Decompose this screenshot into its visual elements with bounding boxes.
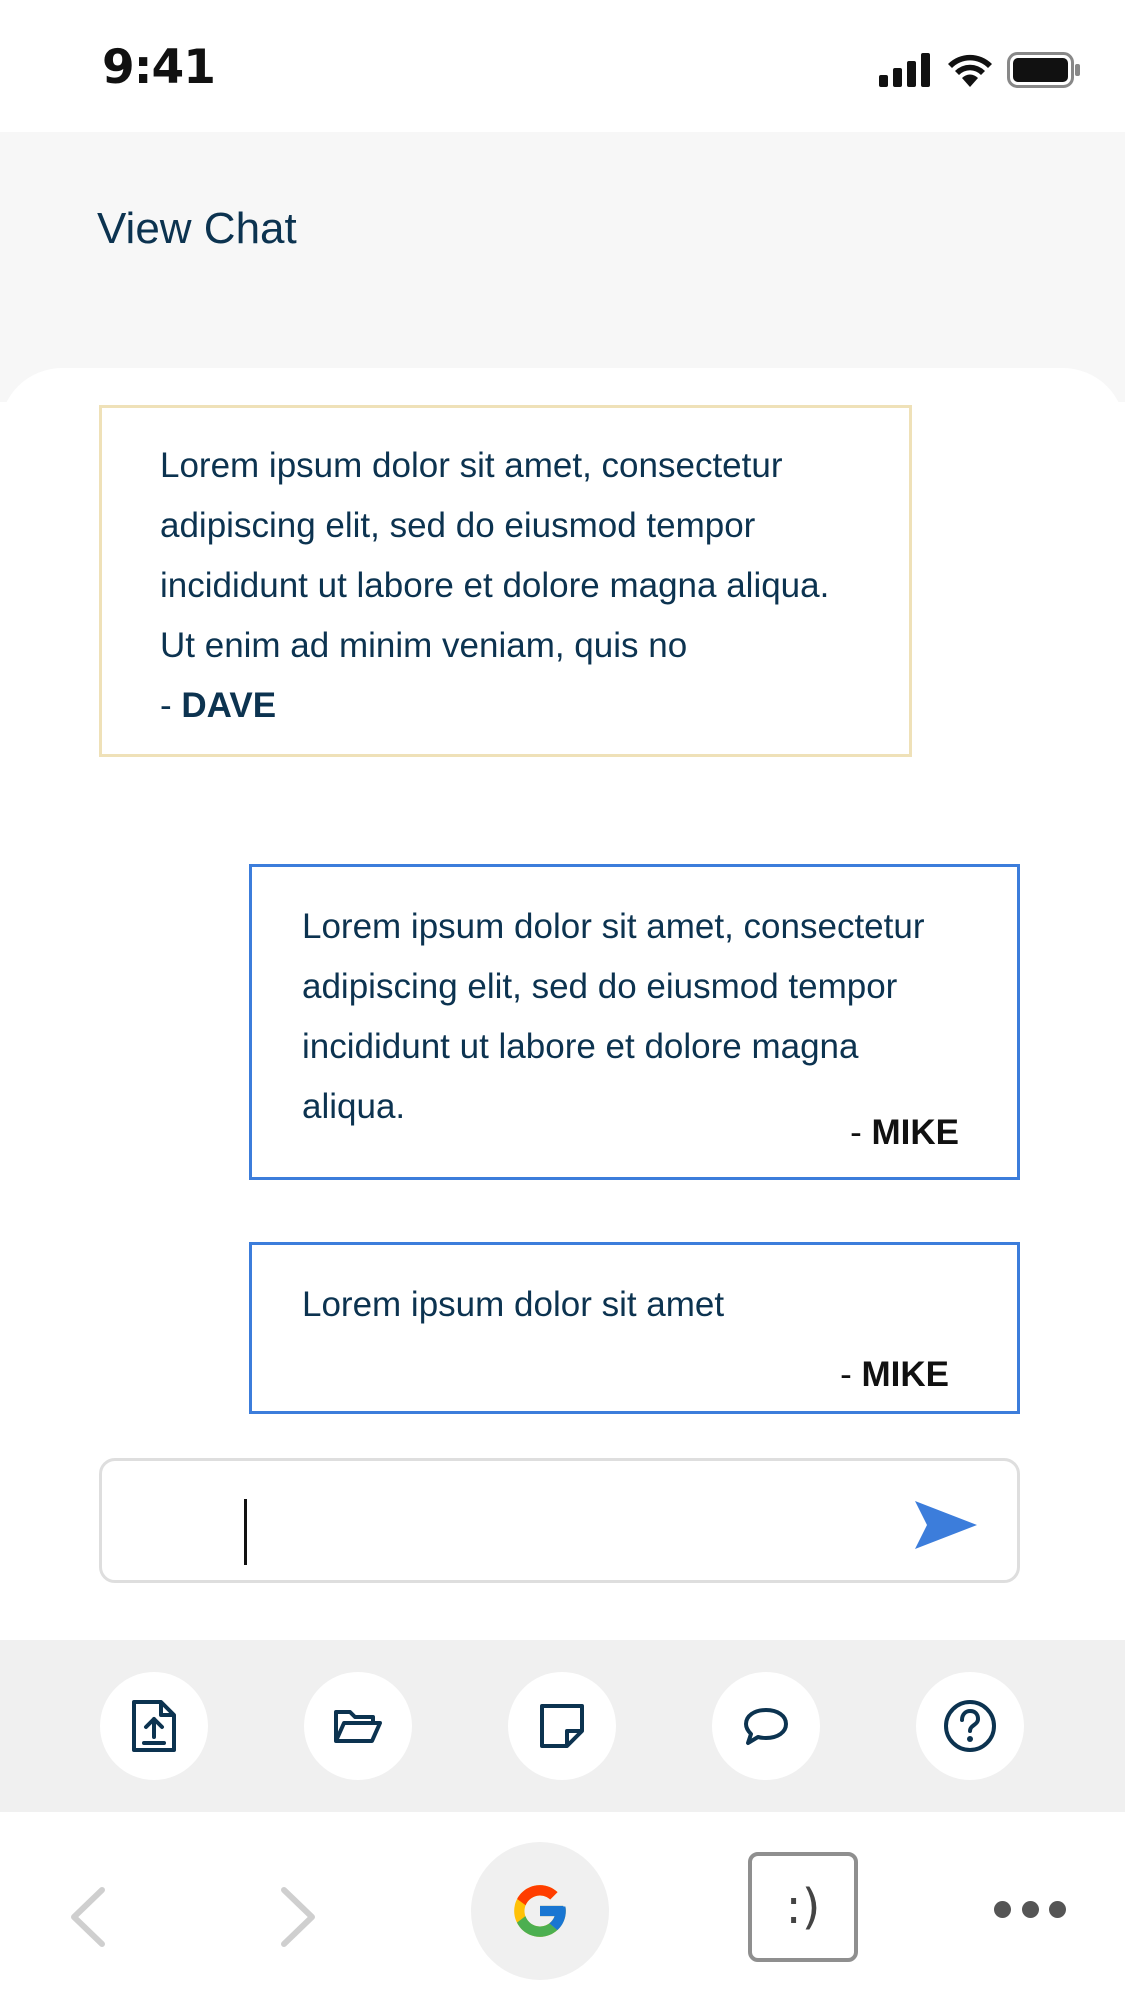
page-title: View Chat (97, 204, 297, 253)
folder-open-icon (334, 1710, 382, 1743)
tabs-label: :) (785, 1879, 821, 1935)
status-bar: 9:41 (0, 0, 1125, 132)
chat-message: Lorem ipsum dolor sit amet, consectetur … (249, 864, 1020, 1180)
google-button[interactable] (471, 1842, 609, 1980)
chat-message: Lorem ipsum dolor sit amet, consectetur … (99, 405, 912, 757)
message-author: - MIKE (840, 1345, 949, 1405)
author-prefix: - (160, 686, 182, 725)
message-author: - MIKE (850, 1103, 959, 1163)
chat-content: Lorem ipsum dolor sit amet, consectetur … (0, 368, 1125, 1640)
back-arrow-icon[interactable] (64, 1882, 114, 1952)
google-icon (514, 1885, 566, 1937)
more-icon[interactable] (994, 1898, 1066, 1920)
upload-file-button[interactable] (100, 1672, 208, 1780)
chat-message: Lorem ipsum dolor sit amet - MIKE (249, 1242, 1020, 1414)
chat-button[interactable] (712, 1672, 820, 1780)
browser-bar: :) (0, 1812, 1125, 2001)
help-button[interactable] (916, 1672, 1024, 1780)
open-folder-button[interactable] (304, 1672, 412, 1780)
help-icon (944, 1700, 996, 1752)
message-text: Lorem ipsum dolor sit amet, consectetur … (302, 907, 925, 1126)
message-text: Lorem ipsum dolor sit amet, consectetur … (160, 446, 830, 665)
wifi-icon (948, 54, 992, 87)
action-toolbar (0, 1640, 1125, 1812)
author-name: MIKE (871, 1113, 960, 1152)
author-name: DAVE (181, 686, 277, 725)
cellular-signal-icon (879, 53, 930, 87)
note-button[interactable] (508, 1672, 616, 1780)
more-dot (1049, 1900, 1066, 1918)
note-icon (540, 1704, 584, 1748)
tabs-button[interactable]: :) (748, 1852, 858, 1962)
more-dot (994, 1900, 1011, 1918)
battery-icon (1007, 52, 1080, 88)
author-name: MIKE (861, 1355, 950, 1394)
forward-arrow-icon[interactable] (272, 1882, 322, 1952)
page-header: View Chat (0, 132, 1125, 402)
upload-file-icon (132, 1700, 176, 1752)
chat-bubble-icon (744, 1708, 788, 1745)
status-time: 9:41 (102, 40, 216, 95)
author-prefix: - (850, 1113, 872, 1152)
status-icons (879, 50, 1081, 90)
more-dot (1021, 1900, 1039, 1918)
message-author: - DAVE (160, 676, 851, 736)
message-text: Lorem ipsum dolor sit amet (302, 1285, 725, 1324)
send-icon[interactable] (913, 1499, 979, 1551)
text-caret (244, 1499, 247, 1565)
message-input[interactable] (99, 1458, 1020, 1583)
author-prefix: - (840, 1355, 862, 1394)
